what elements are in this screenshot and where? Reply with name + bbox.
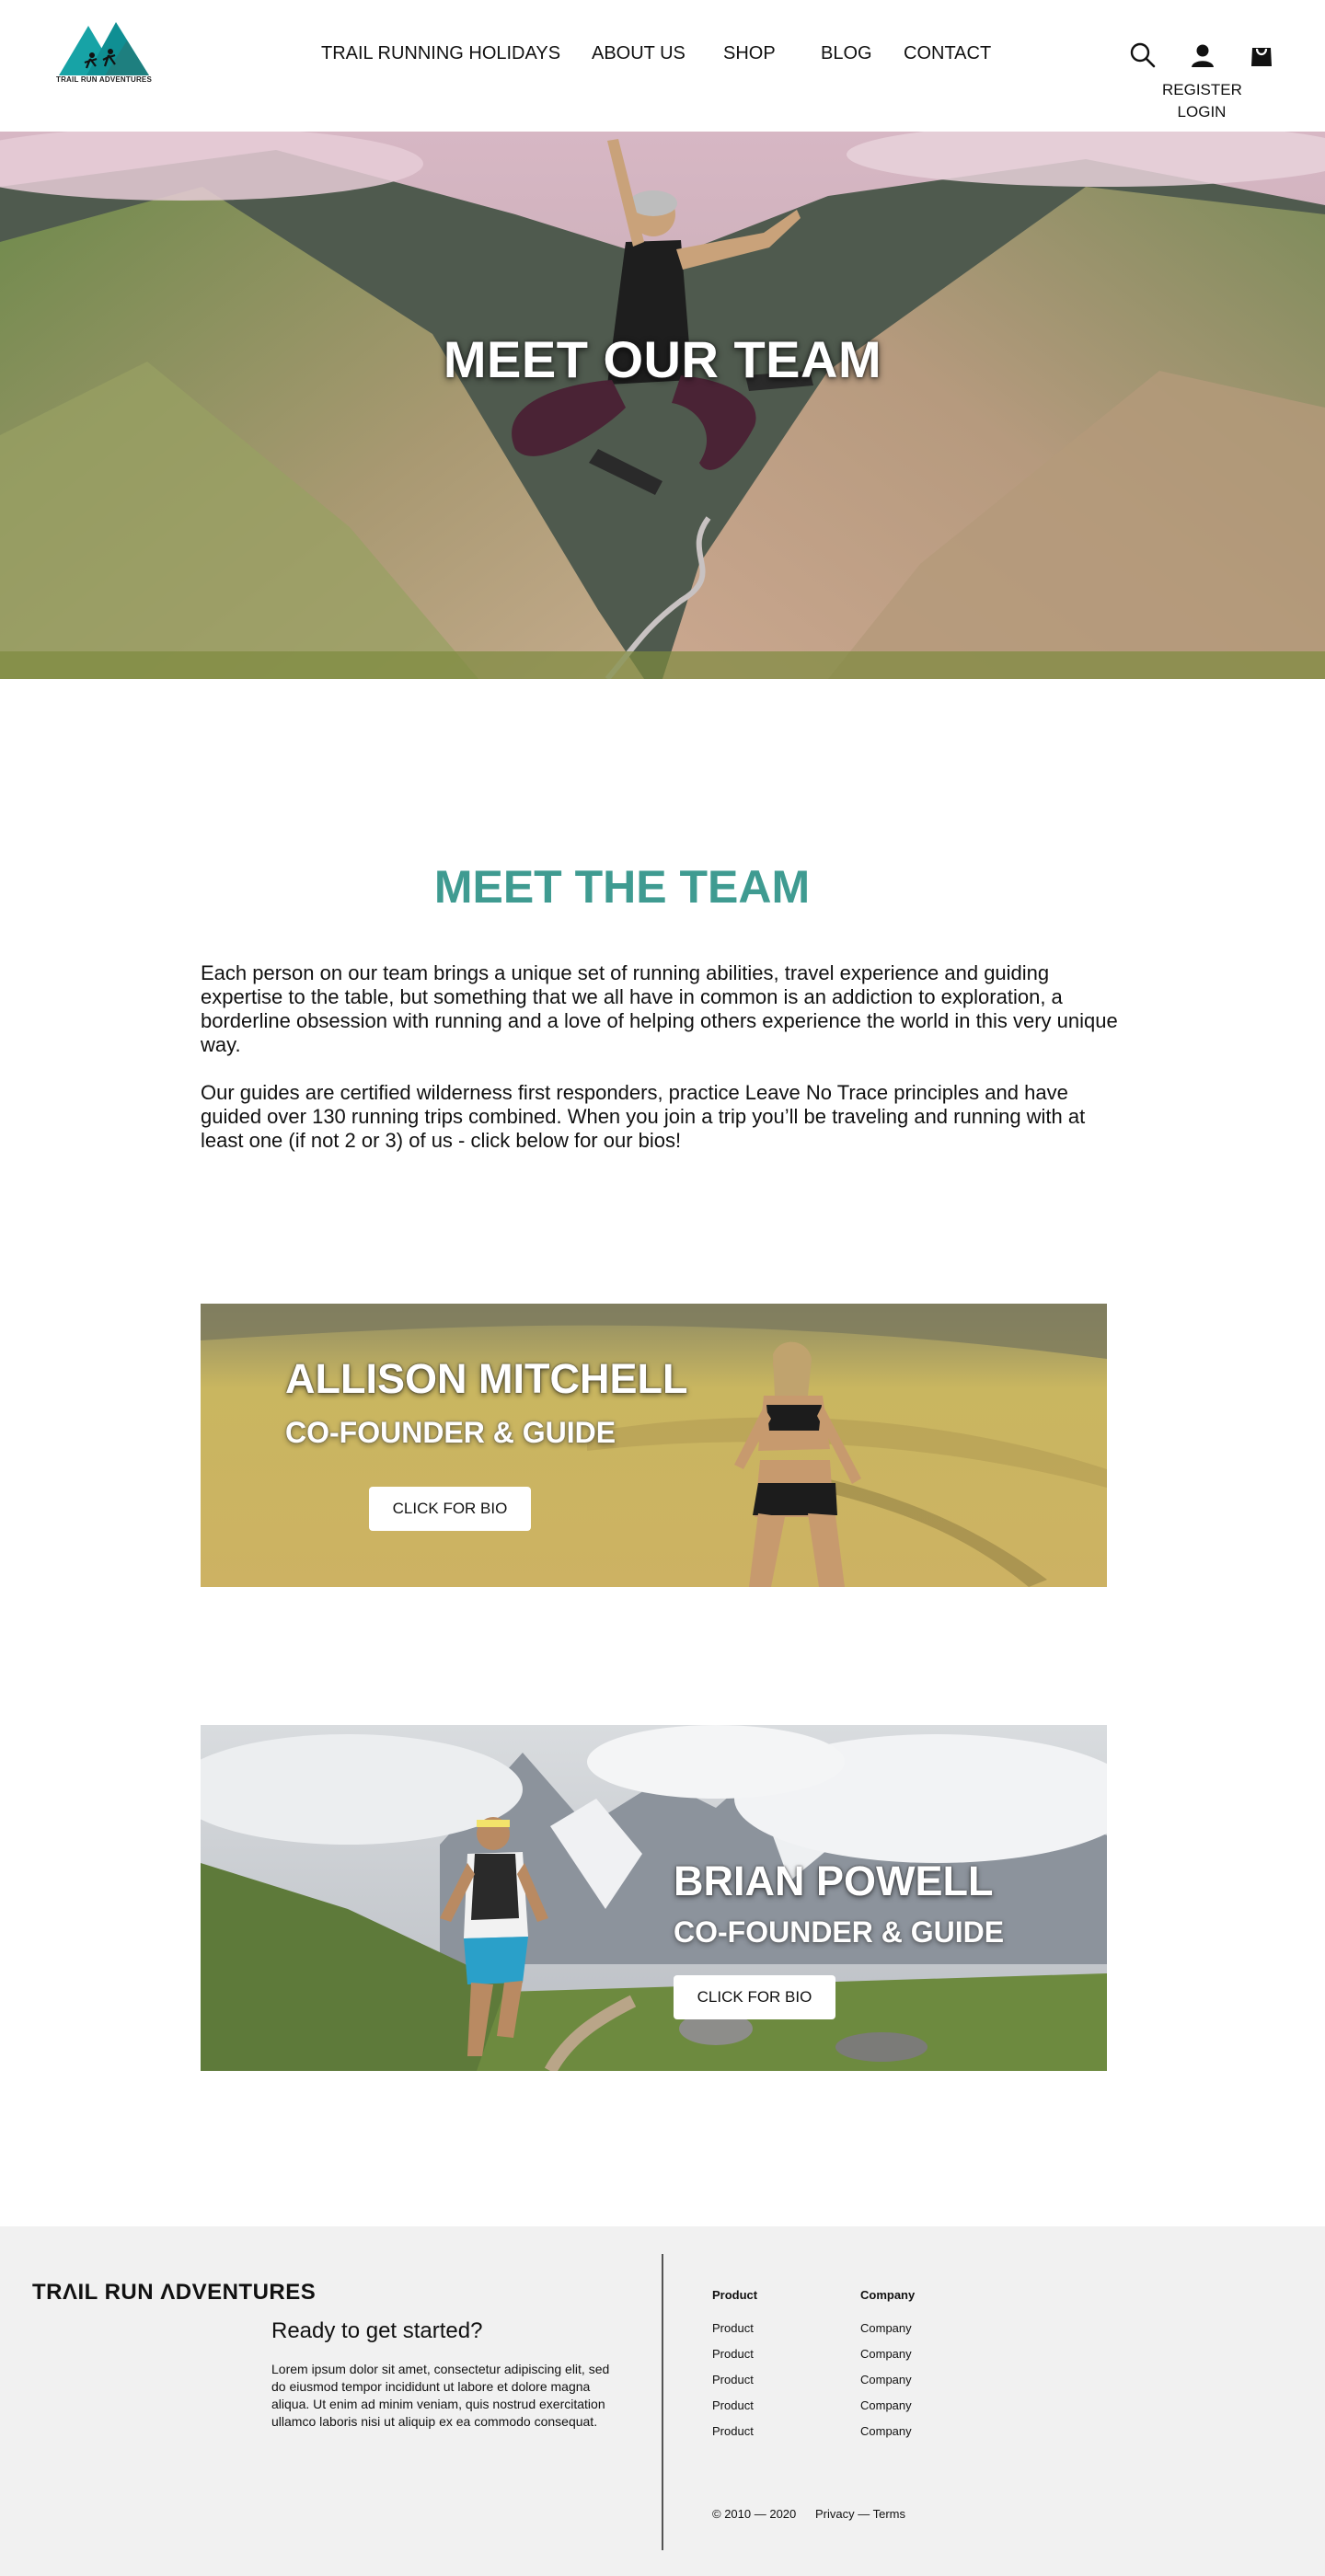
site-header: TRAIL RUN ADVENTURES TRAIL RUNNING HOLID… <box>0 0 1325 132</box>
logo-text: TRAIL RUN ADVENTURES <box>55 75 152 84</box>
register-link[interactable]: REGISTER <box>1162 79 1242 101</box>
footer-column-heading: Product <box>712 2288 758 2302</box>
intro-text: Each person on our team brings a unique … <box>201 961 1121 1153</box>
hero-mountain-image <box>0 132 1325 679</box>
team-member-name: ALLISON MITCHELL <box>285 1355 688 1402</box>
mountain-logo-icon <box>59 22 149 75</box>
team-member-name: BRIAN POWELL <box>674 1857 994 1904</box>
footer-column-heading: Company <box>860 2288 916 2302</box>
intro-paragraph-1: Each person on our team brings a unique … <box>201 961 1118 1056</box>
brand-logo[interactable]: TRAIL RUN ADVENTURES <box>53 18 155 92</box>
hero-title: MEET OUR TEAM <box>443 330 882 388</box>
footer-link[interactable]: Product <box>712 2347 823 2373</box>
footer-heading: Ready to get started? <box>271 2318 483 2343</box>
footer-column-company: Company Company Company Company Company … <box>860 2288 971 2450</box>
shopping-bag-icon[interactable] <box>1249 42 1274 68</box>
intro-paragraph-2: Our guides are certified wilderness firs… <box>201 1081 1086 1152</box>
footer-link[interactable]: Company <box>860 2347 971 2373</box>
team-member-role: CO-FOUNDER & GUIDE <box>674 1915 1005 1949</box>
footer-link[interactable]: Product <box>712 2398 823 2424</box>
team-member-role: CO-FOUNDER & GUIDE <box>285 1416 616 1449</box>
footer-link[interactable]: Product <box>712 2321 823 2347</box>
nav-trail-running-holidays[interactable]: TRAIL RUNNING HOLIDAYS <box>321 43 560 64</box>
footer-divider <box>662 2254 663 2550</box>
nav-shop[interactable]: SHOP <box>723 43 776 64</box>
footer-link[interactable]: Product <box>712 2373 823 2398</box>
account-links: REGISTER LOGIN <box>1162 79 1242 123</box>
footer-body-text: Lorem ipsum dolor sit amet, consectetur … <box>271 2362 610 2429</box>
footer-column-product: Product Product Product Product Product … <box>712 2288 823 2450</box>
footer-brand: TRΛIL RUN ΛDVENTURES <box>32 2280 317 2305</box>
user-icon[interactable] <box>1190 42 1216 68</box>
footer-link[interactable]: Company <box>860 2373 971 2398</box>
login-link[interactable]: LOGIN <box>1162 101 1241 123</box>
footer-link[interactable]: Company <box>860 2321 971 2347</box>
search-icon[interactable] <box>1130 42 1156 68</box>
privacy-terms-link[interactable]: Privacy — Terms <box>815 2507 905 2521</box>
nav-blog[interactable]: BLOG <box>821 43 872 64</box>
copyright-text: © 2010 — 2020 <box>712 2507 797 2521</box>
footer-link[interactable]: Company <box>860 2398 971 2424</box>
footer-link[interactable]: Company <box>860 2424 971 2450</box>
click-for-bio-button[interactable]: CLICK FOR BIO <box>674 1975 835 2019</box>
site-footer: TRΛIL RUN ΛDVENTURES Ready to get starte… <box>0 2226 1325 2576</box>
footer-link[interactable]: Product <box>712 2424 823 2450</box>
team-card-allison: ALLISON MITCHELL CO-FOUNDER & GUIDE CLIC… <box>201 1304 1107 1587</box>
section-title: MEET THE TEAM <box>433 861 811 913</box>
nav-about-us[interactable]: ABOUT US <box>592 43 686 64</box>
hero-banner: MEET OUR TEAM <box>0 132 1325 679</box>
nav-contact[interactable]: CONTACT <box>904 43 991 64</box>
team-card-brian: BRIAN POWELL CO-FOUNDER & GUIDE CLICK FO… <box>201 1725 1107 2071</box>
click-for-bio-button[interactable]: CLICK FOR BIO <box>369 1487 531 1531</box>
